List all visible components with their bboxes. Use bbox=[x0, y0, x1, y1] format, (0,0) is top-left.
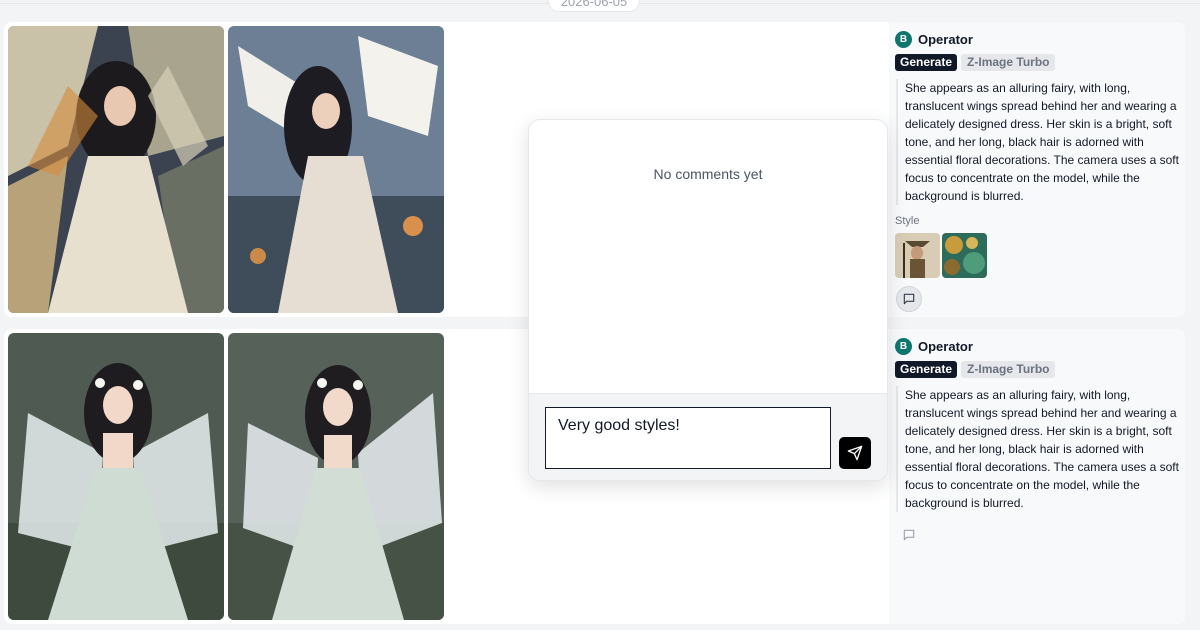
prompt-text: She appears as an alluring fairy, with l… bbox=[896, 386, 1185, 512]
tag-row: Generate Z-Image Turbo bbox=[895, 54, 1056, 71]
generated-image[interactable] bbox=[228, 26, 444, 313]
operator-name: Operator bbox=[918, 338, 973, 354]
generated-image[interactable] bbox=[8, 26, 224, 313]
generation-info-panel: B Operator Generate Z-Image Turbo She ap… bbox=[889, 22, 1185, 317]
tag-row: Generate Z-Image Turbo bbox=[895, 361, 1056, 378]
model-tag: Z-Image Turbo bbox=[961, 361, 1056, 378]
generation-info-panel: B Operator Generate Z-Image Turbo She ap… bbox=[889, 329, 1185, 624]
comment-icon bbox=[903, 529, 915, 541]
action-tag: Generate bbox=[895, 361, 958, 378]
send-icon bbox=[847, 445, 863, 461]
comments-popup: No comments yet bbox=[528, 119, 888, 481]
comment-button[interactable] bbox=[896, 286, 922, 312]
comment-icon bbox=[903, 293, 915, 305]
style-image-1[interactable] bbox=[895, 233, 940, 278]
operator-row: B Operator bbox=[895, 30, 973, 48]
operator-row: B Operator bbox=[895, 337, 973, 355]
style-image-2[interactable] bbox=[942, 233, 987, 278]
avatar: B bbox=[895, 337, 912, 355]
empty-comments-text: No comments yet bbox=[653, 166, 763, 182]
send-button[interactable] bbox=[839, 437, 871, 469]
avatar: B bbox=[895, 30, 912, 48]
style-label: Style bbox=[895, 215, 920, 227]
date-label: 2026-06-05 bbox=[548, 0, 640, 12]
comment-composer bbox=[529, 393, 887, 480]
generated-image[interactable] bbox=[228, 333, 444, 620]
model-tag: Z-Image Turbo bbox=[961, 54, 1056, 71]
generated-image[interactable] bbox=[8, 333, 224, 620]
comment-button[interactable] bbox=[896, 522, 922, 548]
operator-name: Operator bbox=[918, 31, 973, 47]
comment-input[interactable] bbox=[545, 407, 831, 469]
action-tag: Generate bbox=[895, 54, 958, 71]
prompt-text: She appears as an alluring fairy, with l… bbox=[896, 79, 1185, 205]
